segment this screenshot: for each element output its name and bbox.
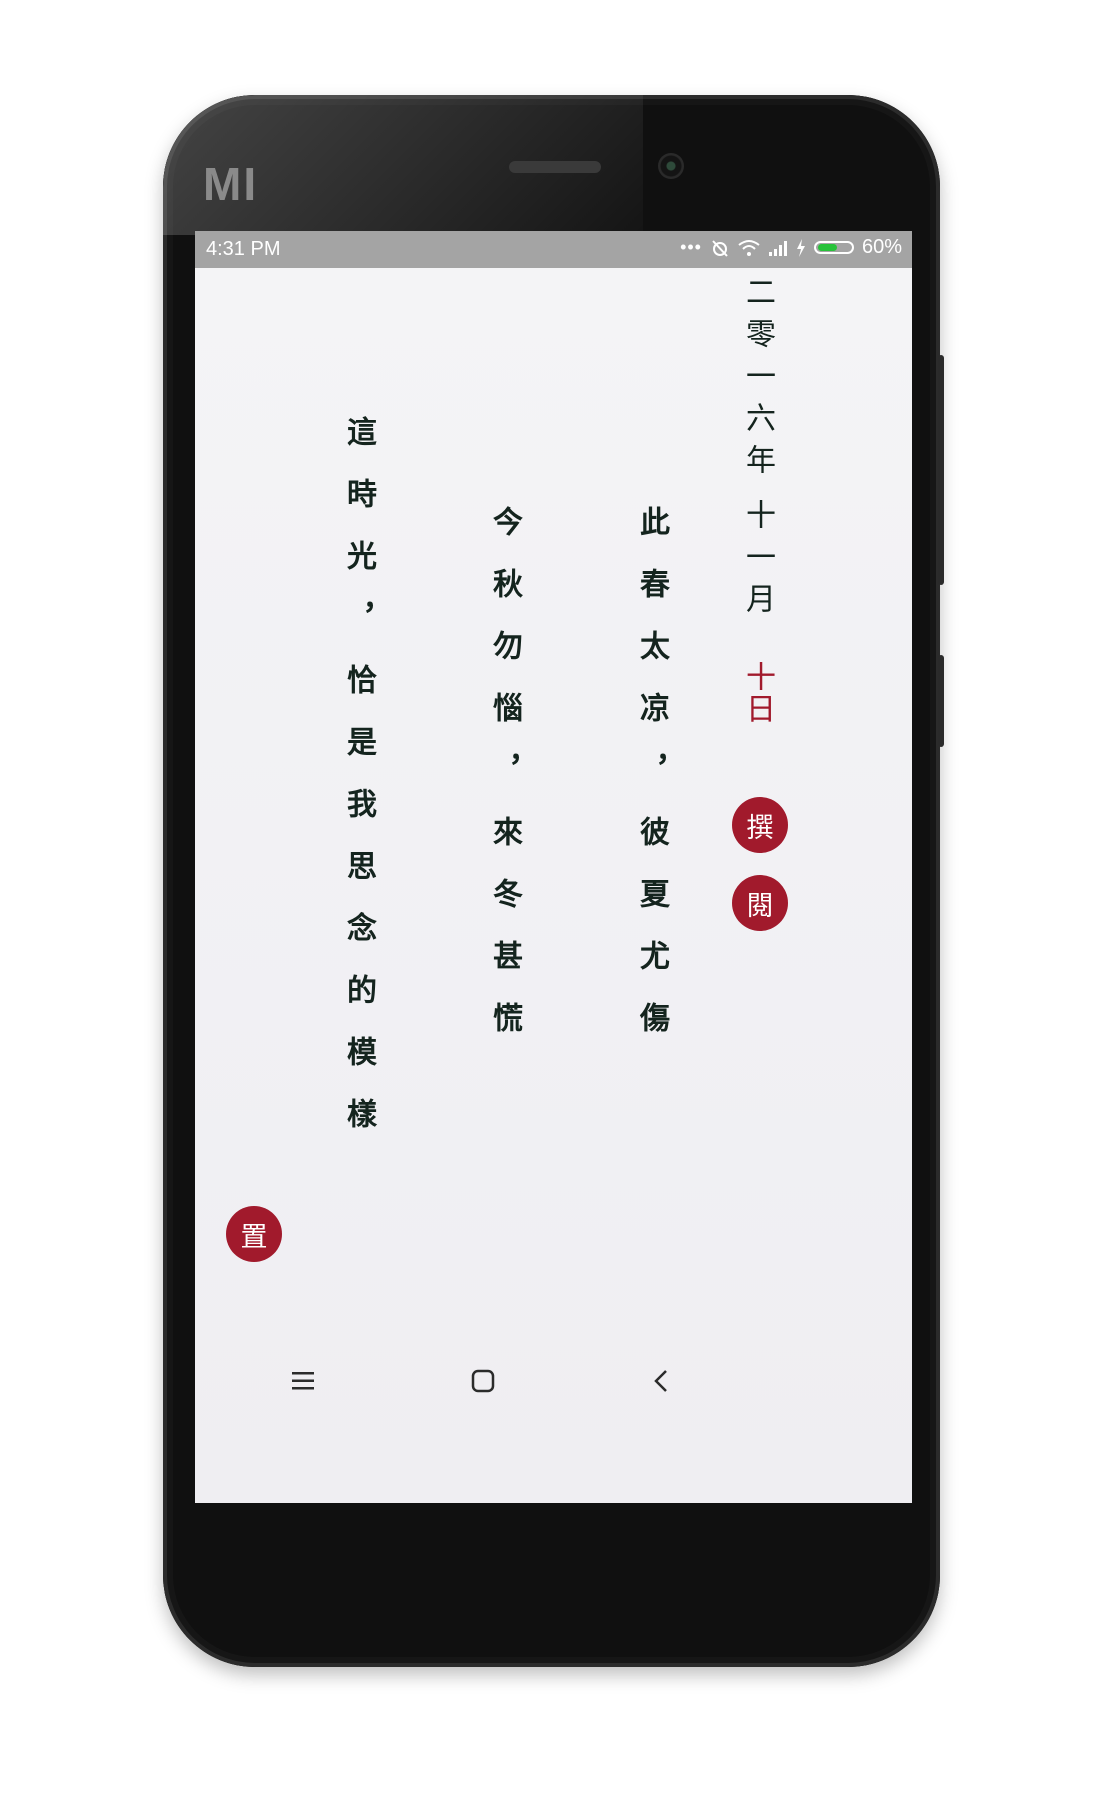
signal-icon [768,240,787,256]
poem-line-1: 此春太凉，彼夏尤傷 [634,506,669,1064]
battery-level-fill [817,244,837,251]
charging-icon [796,238,805,257]
compose-button[interactable]: 撰 [732,797,788,853]
earpiece [509,161,601,173]
status-bar: 4:31 PM ••• 60% [195,231,912,268]
volume-button [938,355,944,585]
brand-logo: MI [203,158,259,210]
front-camera [658,153,684,179]
battery-percent: 60% [861,236,902,258]
poem-line-2: 今秋勿惱，來冬甚慌 [487,506,522,1064]
status-icons: ••• 60% [680,236,902,259]
date-year: 二零一六年 [740,276,775,486]
alarm-off-icon [712,239,728,257]
battery-icon [813,241,854,254]
read-button[interactable]: 閱 [732,875,788,931]
more-dots-icon: ••• [680,237,702,257]
wifi-icon [738,239,760,256]
poem-line-3: 這時光，恰是我思念的模樣 [341,416,376,1160]
back-icon[interactable] [652,1369,670,1393]
date-day: 十日 [740,661,775,725]
home-icon[interactable] [471,1369,495,1393]
screen: 4:31 PM ••• 60% 二零一六年 十一月 十日 撰 閱 置 此春太凉，… [195,231,912,1503]
date-month: 十一月 [740,499,775,625]
power-button [938,655,944,747]
settings-button[interactable]: 置 [226,1206,282,1262]
menu-icon[interactable] [291,1370,315,1392]
status-time: 4:31 PM [206,238,281,260]
